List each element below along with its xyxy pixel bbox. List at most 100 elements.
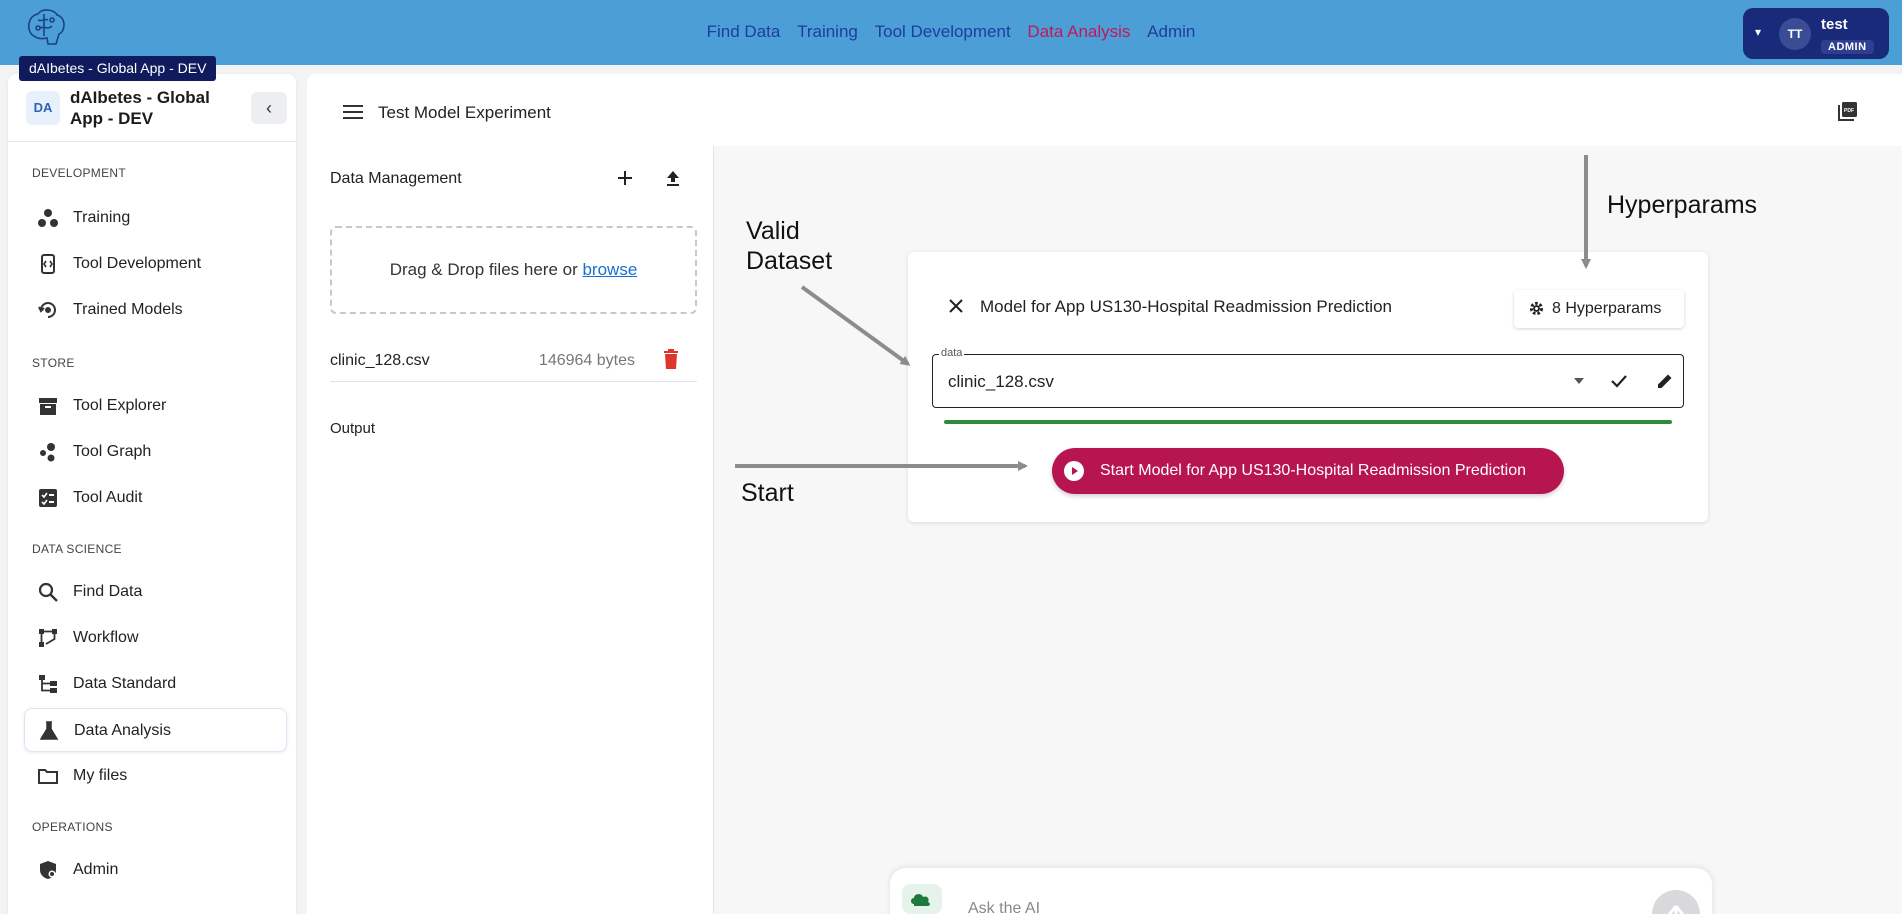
sidebar-item-admin[interactable]: Admin — [24, 848, 287, 892]
gear-icon — [1529, 301, 1544, 316]
sidebar-item-workflow[interactable]: Workflow — [24, 616, 287, 660]
sidebar-item-training[interactable]: Training — [24, 196, 287, 240]
data-field-value: clinic_128.csv — [948, 372, 1054, 391]
sidebar-item-label: Tool Explorer — [73, 397, 167, 414]
delete-icon[interactable] — [661, 348, 681, 370]
check-icon[interactable] — [1609, 371, 1629, 391]
file-list-item[interactable]: clinic_128.csv 146964 bytes — [330, 324, 697, 382]
top-bar: Find Data Training Tool Development Data… — [0, 0, 1902, 65]
topnav-tool-development[interactable]: Tool Development — [875, 22, 1011, 41]
add-icon[interactable] — [615, 168, 635, 188]
analysis-canvas: Model for App US130-Hospital Readmission… — [714, 146, 1902, 914]
sidebar-item-find-data[interactable]: Find Data — [24, 570, 287, 614]
browse-link[interactable]: browse — [582, 260, 637, 279]
model-card: Model for App US130-Hospital Readmission… — [908, 252, 1708, 522]
annotation-hyperparams: Hyperparams — [1607, 191, 1758, 219]
flask-icon — [39, 721, 59, 740]
app-title: dAIbetes - Global App - DEV — [70, 88, 210, 128]
section-store: STORE — [32, 356, 75, 370]
sidebar-item-data-standard[interactable]: Data Standard — [24, 662, 287, 706]
send-button[interactable] — [1652, 890, 1700, 914]
sidebar-item-trained-models[interactable]: Trained Models — [24, 288, 287, 332]
validation-bar — [944, 420, 1672, 424]
annotation-start: Start — [741, 479, 794, 507]
data-select-field[interactable]: data clinic_128.csv — [932, 347, 1684, 408]
sidebar-item-tool-graph[interactable]: Tool Graph — [24, 430, 287, 474]
sidebar-item-label: Tool Development — [73, 255, 202, 272]
ai-chat-box[interactable]: Ask the AI — [890, 868, 1712, 914]
collapse-sidebar-button[interactable]: ‹ — [251, 92, 287, 124]
data-management-pane: Data Management Drag & Drop files here o… — [307, 146, 714, 914]
user-name: test — [1821, 16, 1848, 33]
menu-icon[interactable] — [343, 104, 363, 120]
close-icon[interactable] — [946, 296, 966, 316]
dropzone-text: Drag & Drop files here or — [389, 260, 583, 279]
main-header: Test Model Experiment PDF — [307, 74, 1902, 146]
top-nav: Find Data Training Tool Development Data… — [0, 22, 1902, 42]
data-standard-icon — [39, 675, 57, 693]
graph-icon — [40, 443, 55, 462]
annotation-valid-dataset: Valid Dataset — [746, 216, 832, 276]
sidebar: DA dAIbetes - Global App - DEV ‹ DEVELOP… — [8, 74, 296, 914]
chat-input[interactable]: Ask the AI — [968, 900, 1040, 914]
upload-icon[interactable] — [663, 168, 683, 188]
sidebar-item-label: Tool Graph — [73, 443, 152, 460]
archive-icon — [39, 398, 57, 415]
chevron-down-icon: ▾ — [1755, 25, 1762, 39]
user-menu[interactable]: ▾ TT test ADMIN — [1743, 8, 1889, 59]
sidebar-item-label: Trained Models — [73, 301, 183, 318]
send-icon — [1667, 905, 1685, 914]
tool-development-icon — [41, 254, 55, 274]
sidebar-item-label: My files — [73, 767, 128, 784]
training-icon — [38, 209, 58, 227]
sidebar-item-tool-development[interactable]: Tool Development — [24, 242, 287, 286]
folder-icon — [38, 769, 58, 784]
workflow-icon — [39, 629, 57, 647]
edit-icon[interactable] — [1655, 371, 1675, 391]
trained-models-icon — [38, 302, 56, 318]
topnav-admin[interactable]: Admin — [1147, 22, 1195, 41]
role-badge: ADMIN — [1821, 40, 1874, 54]
start-model-label: Start Model for App US130-Hospital Readm… — [1100, 462, 1526, 479]
hyperparams-label: 8 Hyperparams — [1552, 300, 1662, 317]
sidebar-header: DA dAIbetes - Global App - DEV ‹ — [8, 74, 296, 142]
section-development: DEVELOPMENT — [32, 166, 126, 180]
sidebar-item-label: Data Analysis — [74, 722, 171, 739]
sidebar-item-label: Data Standard — [73, 675, 177, 692]
audit-icon — [39, 489, 57, 507]
cloud-icon — [902, 884, 942, 914]
annotation-line: Valid — [746, 217, 800, 245]
hyperparams-button[interactable]: 8 Hyperparams — [1514, 290, 1684, 328]
sidebar-item-tool-explorer[interactable]: Tool Explorer — [24, 384, 287, 428]
play-icon — [1064, 461, 1084, 481]
dropdown-arrow-icon[interactable] — [1573, 377, 1585, 385]
topnav-find-data[interactable]: Find Data — [707, 22, 781, 41]
data-management-title: Data Management — [330, 170, 462, 187]
output-label: Output — [330, 420, 376, 437]
pdf-export-icon[interactable]: PDF — [1837, 100, 1859, 122]
search-icon — [38, 582, 58, 602]
topnav-training[interactable]: Training — [797, 22, 858, 41]
data-field-label: data — [939, 347, 965, 359]
logo-tooltip: dAIbetes - Global App - DEV — [19, 56, 217, 81]
sidebar-item-data-analysis[interactable]: Data Analysis — [24, 708, 287, 752]
file-size: 146964 bytes — [538, 352, 635, 369]
sidebar-item-label: Find Data — [73, 583, 143, 600]
start-model-button[interactable]: Start Model for App US130-Hospital Readm… — [1052, 448, 1564, 494]
sidebar-item-my-files[interactable]: My files — [24, 754, 287, 798]
model-title: Model for App US130-Hospital Readmission… — [980, 297, 1392, 316]
topnav-data-analysis[interactable]: Data Analysis — [1027, 22, 1130, 41]
app-badge: DA — [26, 91, 60, 125]
section-operations: OPERATIONS — [32, 820, 113, 834]
shield-icon — [40, 861, 56, 879]
sidebar-item-label: Workflow — [73, 629, 139, 646]
sidebar-item-tool-audit[interactable]: Tool Audit — [24, 476, 287, 520]
page-title: Test Model Experiment — [378, 103, 551, 122]
file-dropzone[interactable]: Drag & Drop files here or browse — [330, 226, 697, 314]
sidebar-item-label: Tool Audit — [73, 489, 143, 506]
sidebar-item-label: Training — [73, 209, 131, 226]
annotation-line: Dataset — [746, 247, 833, 275]
svg-text:PDF: PDF — [1844, 108, 1854, 114]
file-name: clinic_128.csv — [330, 352, 430, 369]
avatar: TT — [1779, 18, 1811, 50]
